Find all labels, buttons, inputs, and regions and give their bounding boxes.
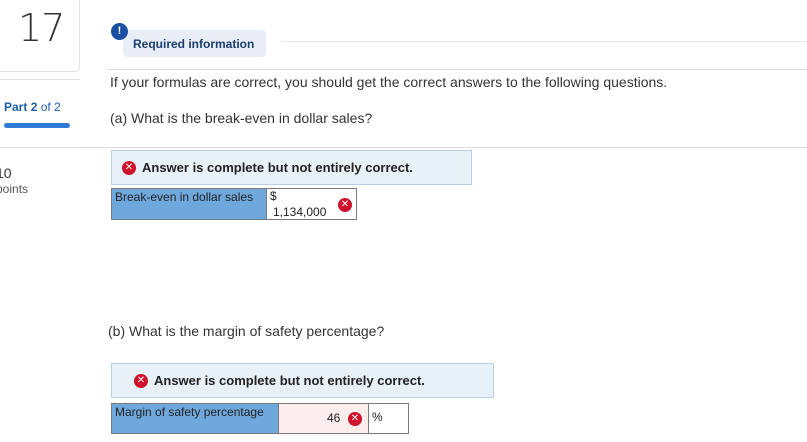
content-divider bbox=[80, 147, 807, 148]
required-info-rule bbox=[281, 41, 807, 42]
required-info-label: Required information bbox=[133, 37, 255, 51]
part-total: of 2 bbox=[40, 100, 61, 114]
intro-text: If your formulas are correct, you should… bbox=[110, 74, 668, 90]
answer-status-text: Answer is complete but not entirely corr… bbox=[154, 373, 425, 388]
section-divider bbox=[108, 69, 807, 70]
answer-status-text: Answer is complete but not entirely corr… bbox=[142, 160, 413, 175]
points-label: points bbox=[0, 182, 29, 196]
margin-of-safety-value: 46 bbox=[327, 411, 341, 425]
alert-icon: ! bbox=[111, 23, 128, 40]
left-divider bbox=[0, 147, 80, 148]
question-number-box: 17 bbox=[0, 0, 80, 72]
margin-of-safety-label-cell: Margin of safety percentage bbox=[111, 403, 279, 434]
points-value: 10 bbox=[0, 165, 12, 181]
incorrect-icon: ✕ bbox=[338, 198, 352, 212]
break-even-answer-field[interactable]: $ 1,134,000 ✕ bbox=[266, 188, 357, 220]
part-progress-bar bbox=[4, 123, 70, 128]
margin-of-safety-answer-field[interactable]: 46 ✕ bbox=[278, 403, 369, 434]
question-number: 17 bbox=[18, 6, 65, 50]
part-indicator: Part 2 of 2 bbox=[4, 100, 61, 114]
question-a-text: (a) What is the break-even in dollar sal… bbox=[110, 110, 373, 126]
percent-unit-cell: % bbox=[368, 403, 409, 434]
left-divider bbox=[0, 79, 80, 80]
currency-symbol: $ bbox=[270, 189, 277, 203]
break-even-label-cell: Break-even in dollar sales bbox=[111, 188, 267, 220]
answer-status-banner-b: ✕ Answer is complete but not entirely co… bbox=[111, 363, 494, 398]
required-info-toggle[interactable]: Required information bbox=[123, 30, 267, 57]
answer-status-banner-a: ✕ Answer is complete but not entirely co… bbox=[111, 150, 472, 185]
question-b-text: (b) What is the margin of safety percent… bbox=[108, 323, 385, 339]
incorrect-icon: ✕ bbox=[348, 412, 362, 426]
part-current: 2 bbox=[30, 100, 38, 114]
incorrect-icon: ✕ bbox=[134, 373, 148, 388]
incorrect-icon: ✕ bbox=[122, 160, 136, 175]
part-prefix: Part bbox=[4, 100, 28, 114]
break-even-value: 1,134,000 bbox=[273, 205, 327, 219]
